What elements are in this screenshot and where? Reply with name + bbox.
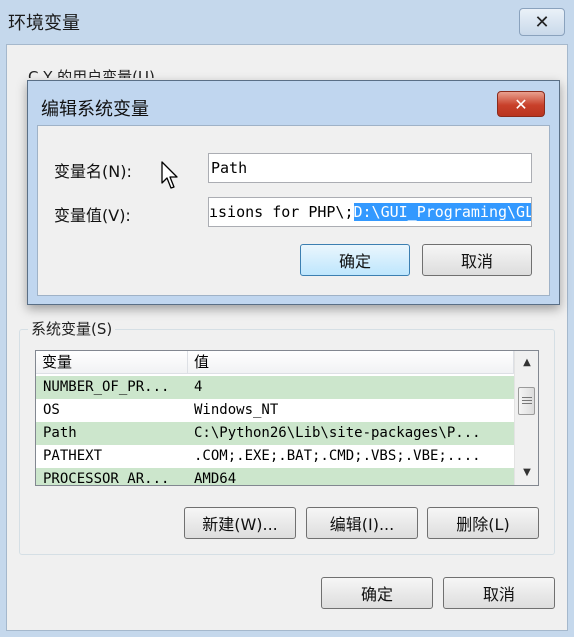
user-variables-group-label: C Y 的用户变量(U) — [28, 68, 155, 78]
close-icon: ✕ — [514, 94, 528, 114]
column-header-variable[interactable]: 变量 — [36, 351, 188, 374]
variable-name-cell: OS — [43, 402, 60, 418]
close-icon: ✕ — [534, 11, 550, 33]
variable-value-label: 变量值(V): — [54, 206, 131, 225]
window-title: 环境变量 — [8, 13, 80, 34]
ok-button[interactable]: 确定 — [321, 577, 433, 609]
system-variables-table: 变量 值 NUMBER_OF_PR... 4 OS Windows_NT Pat… — [35, 350, 539, 486]
table-row[interactable]: Path C:\Python26\Lib\site-packages\P... — [36, 422, 514, 445]
dialog-body: 变量名(N): Path 变量值(V): ısions for PHP\;D:\… — [37, 125, 550, 296]
scroll-up-arrow-icon[interactable]: ▲ — [515, 353, 538, 373]
variable-value-cell: C:\Python26\Lib\site-packages\P... — [194, 425, 481, 441]
dialog-close-button[interactable]: ✕ — [497, 91, 545, 117]
column-header-value[interactable]: 值 — [188, 351, 514, 374]
edit-button[interactable]: 编辑(I)... — [306, 507, 418, 539]
table-row[interactable]: PROCESSOR_AR... AMD64 — [36, 468, 514, 485]
dialog-ok-button[interactable]: 确定 — [300, 244, 410, 276]
variable-value-cell: AMD64 — [194, 471, 237, 485]
variable-name-label: 变量名(N): — [54, 162, 132, 181]
variable-value-unselected-text: ısions for PHP\; — [209, 203, 354, 221]
scrollbar-thumb[interactable] — [518, 387, 535, 415]
variable-value-cell: Windows_NT — [194, 402, 279, 418]
table-row[interactable]: PATHEXT .COM;.EXE;.BAT;.CMD;.VBS;.VBE;..… — [36, 445, 514, 468]
variable-name-text: Path — [211, 159, 248, 177]
close-button[interactable]: ✕ — [519, 8, 565, 36]
scroll-down-arrow-icon[interactable]: ▼ — [515, 463, 538, 483]
table-row[interactable]: OS Windows_NT — [36, 399, 514, 422]
variable-value-selected-text: D:\GUI_Programing\GL — [353, 203, 531, 221]
variable-name-cell: Path — [43, 425, 77, 441]
system-variables-group-label: 系统变量(S) — [28, 318, 116, 339]
variable-name-cell: NUMBER_OF_PR... — [43, 379, 170, 395]
variable-value-input[interactable]: ısions for PHP\;D:\GUI_Programing\GL — [208, 197, 532, 227]
variable-value-cell: 4 — [194, 379, 203, 395]
dialog-cancel-button[interactable]: 取消 — [422, 244, 532, 276]
new-button[interactable]: 新建(W)... — [184, 507, 296, 539]
edit-system-variable-dialog: 编辑系统变量 ✕ 变量名(N): Path 变量值(V): ısions for… — [27, 80, 560, 305]
mouse-pointer-icon — [161, 161, 178, 189]
vertical-scrollbar[interactable]: ▲ ▼ — [514, 351, 538, 485]
table-row[interactable]: NUMBER_OF_PR... 4 — [36, 376, 514, 399]
delete-button[interactable]: 删除(L) — [427, 507, 539, 539]
variable-name-cell: PATHEXT — [43, 448, 103, 464]
variable-name-cell: PROCESSOR_AR... — [43, 471, 170, 485]
dialog-title: 编辑系统变量 — [41, 99, 149, 120]
variable-name-input[interactable]: Path — [208, 153, 532, 183]
cancel-button[interactable]: 取消 — [443, 577, 555, 609]
variable-value-cell: .COM;.EXE;.BAT;.CMD;.VBS;.VBE;.... — [194, 448, 481, 464]
